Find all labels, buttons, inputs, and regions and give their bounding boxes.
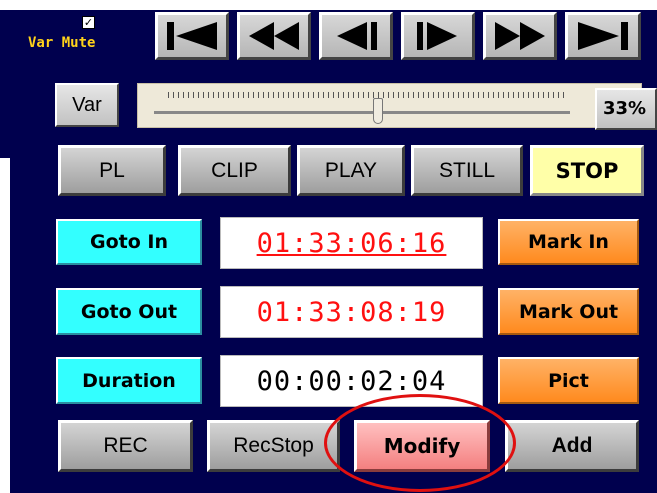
slider-thumb[interactable] xyxy=(373,98,383,124)
mode-pl-button[interactable]: PL xyxy=(58,145,166,196)
var-mute-checkbox[interactable]: ✓ xyxy=(82,16,95,29)
in-timecode: 01:33:06:16 xyxy=(220,217,483,269)
duration-timecode: 00:00:02:04 xyxy=(220,355,483,407)
mode-stop-button[interactable]: STOP xyxy=(530,145,644,196)
step-forward-button[interactable] xyxy=(401,12,475,60)
fast-rewind-button[interactable] xyxy=(237,12,311,60)
modify-button[interactable]: Modify xyxy=(354,420,490,472)
var-mute-control[interactable]: ✓ Var Mute xyxy=(22,13,152,57)
slider-track xyxy=(154,111,570,114)
var-row: Var 33% xyxy=(55,83,657,130)
step-back-icon xyxy=(337,22,377,50)
go-to-start-button[interactable] xyxy=(155,12,229,60)
skip-to-start-icon xyxy=(167,22,217,50)
panel-edge xyxy=(0,10,10,158)
pict-button[interactable]: Pict xyxy=(498,357,639,404)
step-forward-icon xyxy=(417,22,457,50)
speed-percent-button[interactable]: 33% xyxy=(595,88,657,130)
mode-play-button[interactable]: PLAY xyxy=(297,145,405,196)
mode-clip-button[interactable]: CLIP xyxy=(178,145,291,196)
fast-rewind-icon xyxy=(249,22,299,50)
mark-out-button[interactable]: Mark Out xyxy=(498,288,639,335)
goto-out-button[interactable]: Goto Out xyxy=(56,288,202,335)
out-timecode: 01:33:08:19 xyxy=(220,286,483,338)
var-mute-label: Var Mute xyxy=(28,35,96,51)
step-back-button[interactable] xyxy=(319,12,393,60)
recstop-button[interactable]: RecStop xyxy=(207,420,340,472)
rec-button[interactable]: REC xyxy=(58,420,193,472)
slider-ticks xyxy=(168,92,568,98)
add-button[interactable]: Add xyxy=(505,420,639,472)
goto-in-button[interactable]: Goto In xyxy=(56,219,202,265)
fast-forward-icon xyxy=(495,22,545,50)
fast-forward-button[interactable] xyxy=(483,12,557,60)
var-speed-slider[interactable] xyxy=(137,83,642,128)
mode-still-button[interactable]: STILL xyxy=(411,145,523,196)
var-button[interactable]: Var xyxy=(55,83,119,127)
skip-to-end-icon xyxy=(578,22,628,50)
mark-in-button[interactable]: Mark In xyxy=(498,219,639,265)
duration-button[interactable]: Duration xyxy=(56,357,202,404)
go-to-end-button[interactable] xyxy=(565,12,641,60)
